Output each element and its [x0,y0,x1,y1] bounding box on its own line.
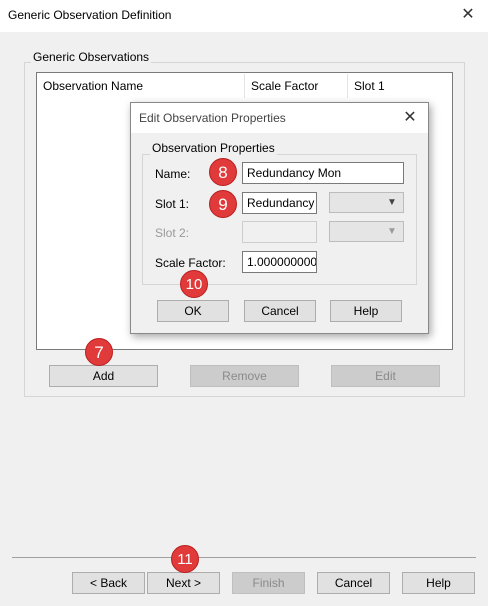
dialog-title: Edit Observation Properties [139,111,286,125]
scale-factor-label: Scale Factor: [155,256,226,270]
slot-1-label: Slot 1: [155,197,190,211]
close-icon[interactable]: ✕ [458,5,478,25]
generic-observations-label: Generic Observations [31,50,152,64]
step-badge-7: 7 [85,338,113,366]
step-badge-8: 8 [209,158,237,186]
window-title: Generic Observation Definition [8,8,172,22]
slot-2-input [242,221,317,243]
ok-button[interactable]: OK [157,300,229,322]
dialog-close-icon[interactable]: ✕ [400,108,420,128]
name-input[interactable]: Redundancy Mon [242,162,404,184]
next-button[interactable]: Next > [147,572,220,594]
add-button[interactable]: Add [49,365,158,387]
observation-properties-label: Observation Properties [150,141,277,155]
slot-2-label: Slot 2: [155,226,190,240]
finish-button[interactable]: Finish [232,572,305,594]
chevron-down-icon: ▼ [387,226,397,237]
edit-observation-dialog: Edit Observation Properties ✕ Observatio… [130,102,429,334]
column-header-scale-factor[interactable]: Scale Factor [245,74,348,98]
dialog-help-button[interactable]: Help [330,300,402,322]
title-bar: Generic Observation Definition ✕ [0,0,488,32]
remove-button[interactable]: Remove [190,365,299,387]
back-button[interactable]: < Back [72,572,145,594]
help-button[interactable]: Help [402,572,475,594]
dialog-cancel-button[interactable]: Cancel [244,300,316,322]
step-badge-9: 9 [209,190,237,218]
bottom-separator [12,557,476,558]
step-badge-11: 11 [171,545,199,573]
column-header-slot-1[interactable]: Slot 1 [348,74,452,98]
chevron-down-icon: ▼ [387,197,397,208]
step-badge-10: 10 [180,270,208,298]
edit-button[interactable]: Edit [331,365,440,387]
slot-1-dropdown[interactable]: ▼ [329,192,404,213]
scale-factor-input[interactable]: 1.000000000 [242,251,317,273]
dialog-title-bar: Edit Observation Properties ✕ [131,103,428,133]
column-header-observation-name[interactable]: Observation Name [37,74,245,98]
name-label: Name: [155,167,191,181]
cancel-button[interactable]: Cancel [317,572,390,594]
slot-1-input[interactable]: Redundancy [242,192,317,214]
slot-2-dropdown: ▼ [329,221,404,242]
